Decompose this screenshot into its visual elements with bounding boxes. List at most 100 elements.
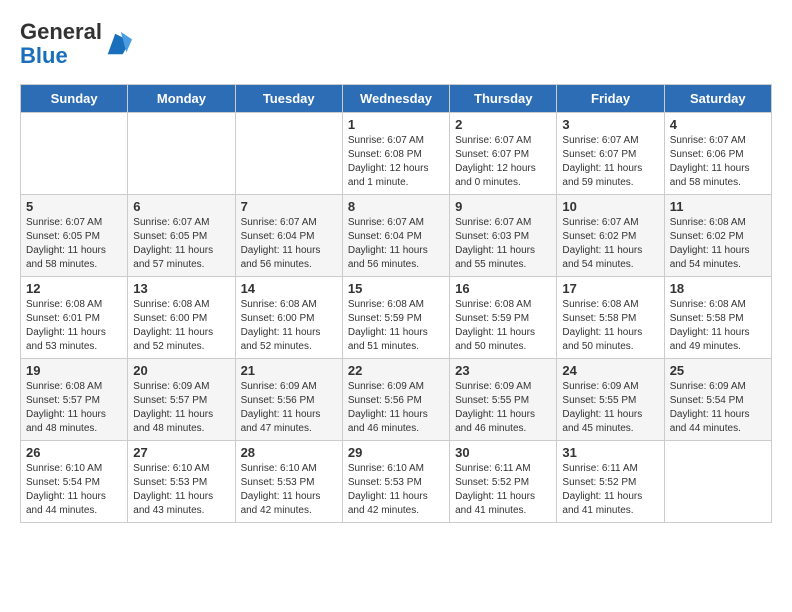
cell-info: Sunrise: 6:09 AM Sunset: 5:55 PM Dayligh… xyxy=(455,380,551,436)
day-number: 9 xyxy=(455,199,551,214)
calendar-cell: 2 Sunrise: 6:07 AM Sunset: 6:07 PM Daylig… xyxy=(450,113,557,195)
day-number: 14 xyxy=(241,281,337,296)
calendar-cell: 12 Sunrise: 6:08 AM Sunset: 6:01 PM Dayli… xyxy=(21,277,128,359)
weekday-header-friday: Friday xyxy=(557,85,664,113)
cell-info: Sunrise: 6:08 AM Sunset: 6:02 PM Dayligh… xyxy=(670,216,766,272)
cell-info: Sunrise: 6:09 AM Sunset: 5:56 PM Dayligh… xyxy=(348,380,444,436)
cell-info: Sunrise: 6:07 AM Sunset: 6:02 PM Dayligh… xyxy=(562,216,658,272)
cell-info: Sunrise: 6:08 AM Sunset: 5:59 PM Dayligh… xyxy=(455,298,551,354)
cell-info: Sunrise: 6:07 AM Sunset: 6:04 PM Dayligh… xyxy=(241,216,337,272)
day-number: 22 xyxy=(348,363,444,378)
calendar-cell: 27 Sunrise: 6:10 AM Sunset: 5:53 PM Dayli… xyxy=(128,441,235,523)
calendar-cell: 11 Sunrise: 6:08 AM Sunset: 6:02 PM Dayli… xyxy=(664,195,771,277)
day-number: 27 xyxy=(133,445,229,460)
calendar-cell: 10Sunrise: 6:07 AM Sunset: 6:02 PM Dayli… xyxy=(557,195,664,277)
day-number: 13 xyxy=(133,281,229,296)
weekday-header-thursday: Thursday xyxy=(450,85,557,113)
cell-info: Sunrise: 6:08 AM Sunset: 5:58 PM Dayligh… xyxy=(670,298,766,354)
cell-info: Sunrise: 6:07 AM Sunset: 6:06 PM Dayligh… xyxy=(670,134,766,190)
logo-blue: Blue xyxy=(20,43,68,68)
calendar-cell: 15 Sunrise: 6:08 AM Sunset: 5:59 PM Dayli… xyxy=(342,277,449,359)
calendar-cell: 21 Sunrise: 6:09 AM Sunset: 5:56 PM Dayli… xyxy=(235,359,342,441)
cell-info: Sunrise: 6:09 AM Sunset: 5:56 PM Dayligh… xyxy=(241,380,337,436)
cell-info: Sunrise: 6:08 AM Sunset: 6:00 PM Dayligh… xyxy=(133,298,229,354)
calendar-cell xyxy=(235,113,342,195)
calendar-cell: 16 Sunrise: 6:08 AM Sunset: 5:59 PM Dayli… xyxy=(450,277,557,359)
logo: General Blue xyxy=(20,20,132,68)
cell-info: Sunrise: 6:07 AM Sunset: 6:07 PM Dayligh… xyxy=(455,134,551,190)
day-number: 26 xyxy=(26,445,122,460)
calendar-cell: 19Sunrise: 6:08 AM Sunset: 5:57 PM Dayli… xyxy=(21,359,128,441)
calendar-week-5: 26 Sunrise: 6:10 AM Sunset: 5:54 PM Dayli… xyxy=(21,441,772,523)
day-number: 6 xyxy=(133,199,229,214)
day-number: 19 xyxy=(26,363,122,378)
cell-info: Sunrise: 6:10 AM Sunset: 5:54 PM Dayligh… xyxy=(26,462,122,518)
calendar-cell: 9Sunrise: 6:07 AM Sunset: 6:03 PM Daylig… xyxy=(450,195,557,277)
calendar-cell xyxy=(21,113,128,195)
day-number: 11 xyxy=(670,199,766,214)
cell-info: Sunrise: 6:07 AM Sunset: 6:04 PM Dayligh… xyxy=(348,216,444,272)
day-number: 12 xyxy=(26,281,122,296)
cell-info: Sunrise: 6:07 AM Sunset: 6:08 PM Dayligh… xyxy=(348,134,444,190)
calendar-cell: 20Sunrise: 6:09 AM Sunset: 5:57 PM Dayli… xyxy=(128,359,235,441)
day-number: 21 xyxy=(241,363,337,378)
weekday-header-saturday: Saturday xyxy=(664,85,771,113)
calendar-cell: 18 Sunrise: 6:08 AM Sunset: 5:58 PM Dayli… xyxy=(664,277,771,359)
calendar-cell: 3 Sunrise: 6:07 AM Sunset: 6:07 PM Daylig… xyxy=(557,113,664,195)
weekday-header-monday: Monday xyxy=(128,85,235,113)
day-number: 15 xyxy=(348,281,444,296)
calendar-cell: 30Sunrise: 6:11 AM Sunset: 5:52 PM Dayli… xyxy=(450,441,557,523)
cell-info: Sunrise: 6:09 AM Sunset: 5:54 PM Dayligh… xyxy=(670,380,766,436)
cell-info: Sunrise: 6:10 AM Sunset: 5:53 PM Dayligh… xyxy=(348,462,444,518)
cell-info: Sunrise: 6:11 AM Sunset: 5:52 PM Dayligh… xyxy=(455,462,551,518)
logo-text: General Blue xyxy=(20,20,102,68)
day-number: 8 xyxy=(348,199,444,214)
day-number: 24 xyxy=(562,363,658,378)
calendar-cell: 25 Sunrise: 6:09 AM Sunset: 5:54 PM Dayli… xyxy=(664,359,771,441)
calendar-cell: 8 Sunrise: 6:07 AM Sunset: 6:04 PM Daylig… xyxy=(342,195,449,277)
day-number: 25 xyxy=(670,363,766,378)
calendar-cell: 1 Sunrise: 6:07 AM Sunset: 6:08 PM Daylig… xyxy=(342,113,449,195)
logo-general: General xyxy=(20,19,102,44)
calendar-week-1: 1 Sunrise: 6:07 AM Sunset: 6:08 PM Daylig… xyxy=(21,113,772,195)
day-number: 18 xyxy=(670,281,766,296)
calendar-cell: 14 Sunrise: 6:08 AM Sunset: 6:00 PM Dayli… xyxy=(235,277,342,359)
calendar-cell: 13 Sunrise: 6:08 AM Sunset: 6:00 PM Dayli… xyxy=(128,277,235,359)
day-number: 3 xyxy=(562,117,658,132)
cell-info: Sunrise: 6:10 AM Sunset: 5:53 PM Dayligh… xyxy=(133,462,229,518)
calendar-cell: 28 Sunrise: 6:10 AM Sunset: 5:53 PM Dayli… xyxy=(235,441,342,523)
logo-icon xyxy=(104,30,132,58)
weekday-header-tuesday: Tuesday xyxy=(235,85,342,113)
day-number: 1 xyxy=(348,117,444,132)
calendar-cell: 5 Sunrise: 6:07 AM Sunset: 6:05 PM Daylig… xyxy=(21,195,128,277)
calendar-cell: 23Sunrise: 6:09 AM Sunset: 5:55 PM Dayli… xyxy=(450,359,557,441)
cell-info: Sunrise: 6:07 AM Sunset: 6:07 PM Dayligh… xyxy=(562,134,658,190)
day-number: 4 xyxy=(670,117,766,132)
cell-info: Sunrise: 6:09 AM Sunset: 5:55 PM Dayligh… xyxy=(562,380,658,436)
day-number: 16 xyxy=(455,281,551,296)
day-number: 2 xyxy=(455,117,551,132)
calendar-cell: 7 Sunrise: 6:07 AM Sunset: 6:04 PM Daylig… xyxy=(235,195,342,277)
calendar-cell: 6Sunrise: 6:07 AM Sunset: 6:05 PM Daylig… xyxy=(128,195,235,277)
cell-info: Sunrise: 6:09 AM Sunset: 5:57 PM Dayligh… xyxy=(133,380,229,436)
calendar-table: SundayMondayTuesdayWednesdayThursdayFrid… xyxy=(20,84,772,523)
calendar-week-2: 5 Sunrise: 6:07 AM Sunset: 6:05 PM Daylig… xyxy=(21,195,772,277)
calendar-week-4: 19Sunrise: 6:08 AM Sunset: 5:57 PM Dayli… xyxy=(21,359,772,441)
calendar-cell: 17Sunrise: 6:08 AM Sunset: 5:58 PM Dayli… xyxy=(557,277,664,359)
cell-info: Sunrise: 6:10 AM Sunset: 5:53 PM Dayligh… xyxy=(241,462,337,518)
day-number: 17 xyxy=(562,281,658,296)
cell-info: Sunrise: 6:11 AM Sunset: 5:52 PM Dayligh… xyxy=(562,462,658,518)
cell-info: Sunrise: 6:08 AM Sunset: 5:59 PM Dayligh… xyxy=(348,298,444,354)
cell-info: Sunrise: 6:08 AM Sunset: 6:01 PM Dayligh… xyxy=(26,298,122,354)
calendar-cell: 29 Sunrise: 6:10 AM Sunset: 5:53 PM Dayli… xyxy=(342,441,449,523)
calendar-cell xyxy=(128,113,235,195)
day-number: 7 xyxy=(241,199,337,214)
cell-info: Sunrise: 6:07 AM Sunset: 6:05 PM Dayligh… xyxy=(26,216,122,272)
day-number: 28 xyxy=(241,445,337,460)
day-number: 29 xyxy=(348,445,444,460)
weekday-header-wednesday: Wednesday xyxy=(342,85,449,113)
cell-info: Sunrise: 6:08 AM Sunset: 6:00 PM Dayligh… xyxy=(241,298,337,354)
weekday-header-row: SundayMondayTuesdayWednesdayThursdayFrid… xyxy=(21,85,772,113)
calendar-cell: 26 Sunrise: 6:10 AM Sunset: 5:54 PM Dayli… xyxy=(21,441,128,523)
day-number: 5 xyxy=(26,199,122,214)
